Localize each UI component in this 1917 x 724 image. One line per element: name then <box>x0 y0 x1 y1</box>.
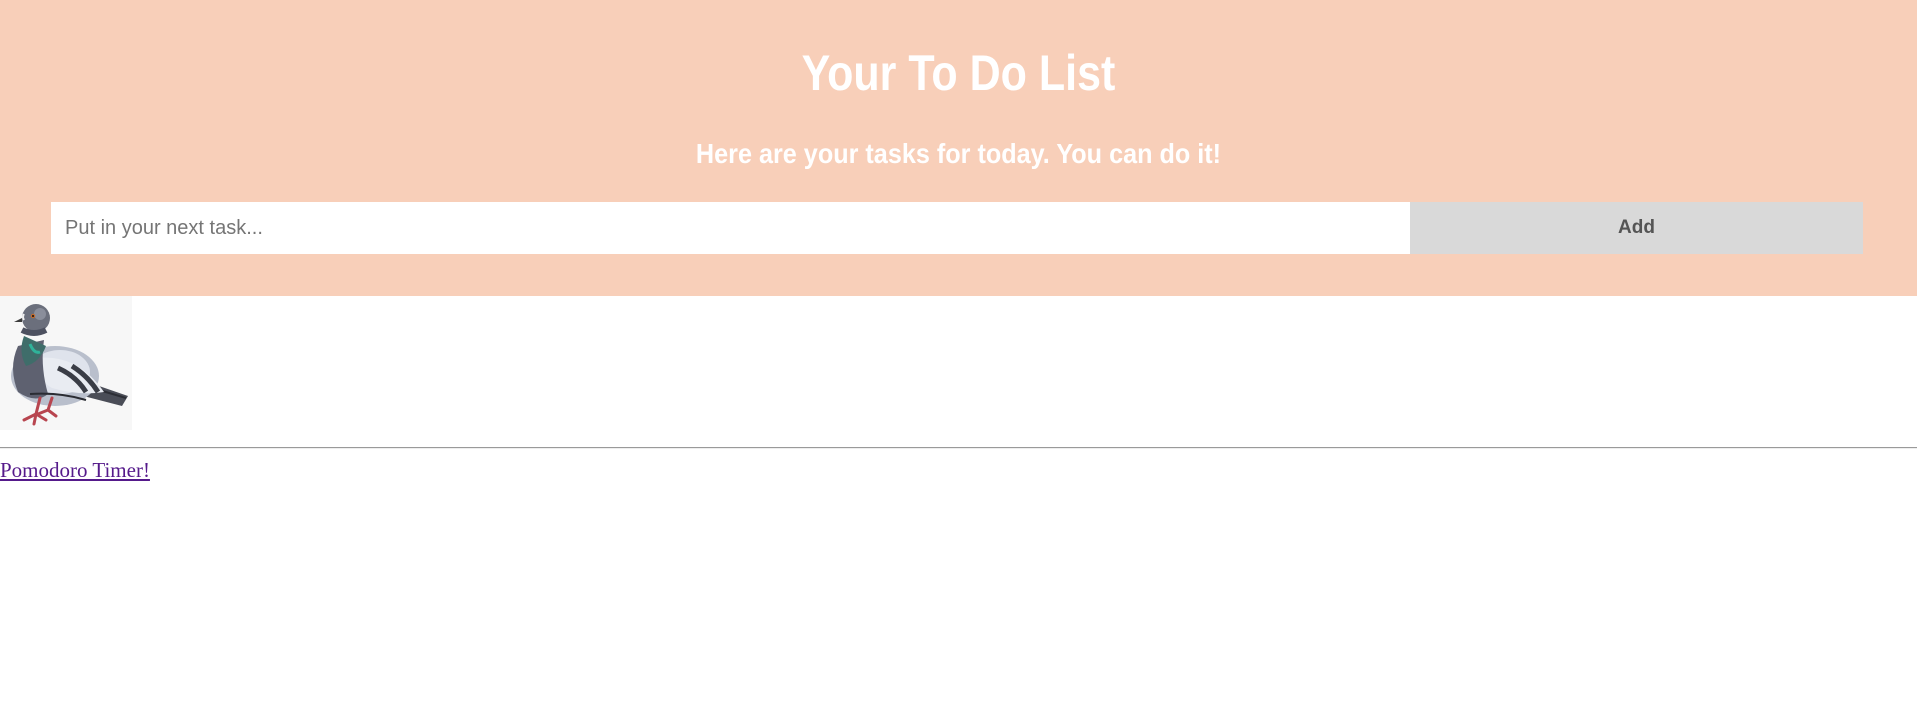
pigeon-image <box>0 296 132 430</box>
header-banner: Your To Do List Here are your tasks for … <box>0 0 1917 296</box>
add-task-button[interactable]: Add <box>1410 202 1863 254</box>
task-input[interactable] <box>51 202 1410 254</box>
section-divider <box>0 447 1917 449</box>
page-subtitle: Here are your tasks for today. You can d… <box>695 138 1222 169</box>
page-title: Your To Do List <box>801 45 1116 101</box>
pomodoro-timer-link[interactable]: Pomodoro Timer! <box>0 458 150 483</box>
pigeon-icon <box>11 304 128 426</box>
